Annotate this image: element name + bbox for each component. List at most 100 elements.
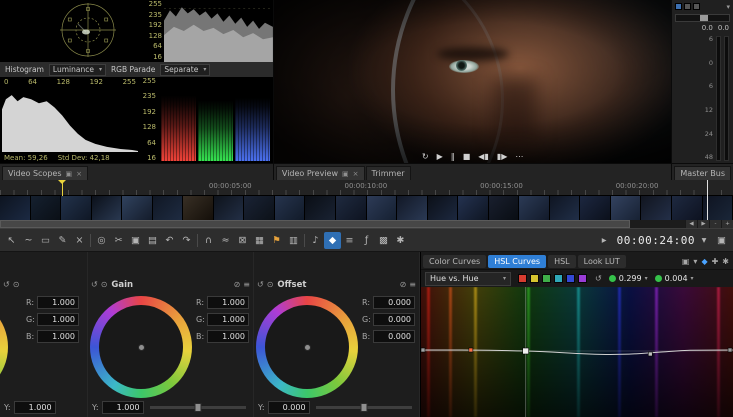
offset-r-input[interactable]: 0.000 [373, 296, 415, 309]
ignore-grouping-icon[interactable]: ▦ [251, 232, 268, 249]
wheel-center-handle[interactable] [138, 344, 145, 351]
wheel-reset-icon[interactable]: ↺ [3, 280, 10, 289]
split-icon[interactable]: ✂ [110, 232, 127, 249]
video-scopes-tab[interactable]: Video Scopes ▣ × [2, 166, 88, 180]
slider-handle[interactable] [194, 403, 201, 412]
sync-icon[interactable]: ↻ [422, 152, 429, 161]
wheel-reset-icon[interactable]: ↺ [91, 280, 98, 289]
timeline-event-thumbnail[interactable] [122, 196, 153, 220]
scrollbar-thumb[interactable] [0, 220, 630, 228]
prev-frame-icon[interactable]: ◀▮ [478, 152, 489, 161]
b-input[interactable]: 1.000 [37, 330, 79, 343]
curve-value-b[interactable]: 0.004 ▾ [655, 274, 694, 283]
tab-hsl[interactable]: HSL [548, 255, 576, 268]
pause-icon[interactable]: ‖ [451, 152, 455, 161]
undo-icon[interactable]: ↶ [161, 232, 178, 249]
offset-y-input[interactable]: 0.000 [268, 401, 310, 414]
wheel-target-icon[interactable]: ⊙ [267, 280, 274, 289]
snapping-icon[interactable]: ∩ [200, 232, 217, 249]
gain-value[interactable]: 0.0 [702, 24, 713, 32]
g-input[interactable]: 1.000 [37, 313, 79, 326]
float-dock-icon[interactable]: ▣ [713, 232, 730, 249]
timeline-scrollbar[interactable]: ◀▶-+ [0, 220, 733, 228]
scroll-right-button[interactable]: ▶ [697, 220, 709, 228]
erase-tool-icon[interactable]: × [71, 232, 88, 249]
timeline-event-thumbnail[interactable] [92, 196, 123, 220]
paste-icon[interactable]: ▤ [144, 232, 161, 249]
hue-swatch-red[interactable] [518, 274, 527, 283]
timeline-event-thumbnail[interactable] [244, 196, 275, 220]
gain-color-wheel[interactable] [90, 296, 192, 398]
add-icon[interactable]: ✚ [712, 257, 719, 266]
fader-handle[interactable] [700, 15, 708, 21]
timeline-event-thumbnail[interactable] [0, 196, 31, 220]
copy-icon[interactable]: ▣ [127, 232, 144, 249]
zoom-out-button[interactable]: - [709, 220, 721, 228]
settings-icon[interactable]: ✱ [722, 257, 729, 266]
mute-button[interactable] [684, 3, 691, 10]
histogram-mode-dropdown[interactable]: Luminance ▾ [49, 64, 106, 76]
wheel-center-handle[interactable] [304, 344, 311, 351]
timecode-menu-icon[interactable]: ▾ [699, 232, 709, 249]
gain-g-input[interactable]: 1.000 [207, 313, 249, 326]
timeline-event-thumbnail[interactable] [397, 196, 428, 220]
next-frame-icon[interactable]: ▮▶ [497, 152, 508, 161]
timeline-event-thumbnail[interactable] [519, 196, 550, 220]
stop-icon[interactable]: ■ [463, 152, 471, 161]
parade-scope-button[interactable]: RGB Parade [109, 65, 157, 74]
auto-ripple-icon[interactable]: ≈ [217, 232, 234, 249]
wheel-target-icon[interactable]: ⊙ [101, 280, 108, 289]
hue-swatch-green[interactable] [542, 274, 551, 283]
slider-handle[interactable] [360, 403, 367, 412]
envelope-edit-tool-icon[interactable]: ~ [20, 232, 37, 249]
dock-options-icon[interactable]: ▣ [682, 257, 690, 266]
trimmer-tab[interactable]: Trimmer [366, 166, 411, 180]
wheel-bypass-icon[interactable]: ⊘ [234, 280, 241, 289]
parade-mode-dropdown[interactable]: Separate ▾ [160, 64, 210, 76]
gain-y-slider[interactable] [150, 406, 246, 409]
hue-swatch-blue[interactable] [566, 274, 575, 283]
curve-value-a[interactable]: 0.299 ▾ [609, 274, 648, 283]
chevron-down-icon[interactable]: ▾ [693, 257, 697, 266]
timeline-event-thumbnail[interactable] [458, 196, 489, 220]
scroll-left-button[interactable]: ◀ [685, 220, 697, 228]
tab-color-curves[interactable]: Color Curves [423, 255, 486, 268]
offset-color-wheel[interactable] [256, 296, 358, 398]
offset-b-input[interactable]: 0.000 [373, 330, 415, 343]
gain-r-input[interactable]: 1.000 [207, 296, 249, 309]
playhead[interactable] [707, 180, 708, 220]
color-wheel[interactable] [0, 296, 8, 398]
timeline-event-thumbnail[interactable] [672, 196, 703, 220]
more-icon[interactable]: ⋯ [515, 152, 523, 161]
master-fader[interactable] [675, 14, 730, 22]
cursor-timecode[interactable]: 00:00:24:00 [617, 234, 695, 247]
paint-tool-icon[interactable]: ✎ [54, 232, 71, 249]
hue-curve-editor[interactable] [421, 287, 733, 417]
timeline-event-thumbnail[interactable] [214, 196, 245, 220]
bus-color-chip[interactable] [675, 3, 682, 10]
gain-y-input[interactable]: 1.000 [102, 401, 144, 414]
timeline-ruler[interactable]: 00:00:05:0000:00:10:0000:00:15:0000:00:2… [0, 180, 733, 196]
timeline-marker[interactable] [62, 180, 63, 196]
selection-edit-tool-icon[interactable]: ▭ [37, 232, 54, 249]
timeline-event-thumbnail[interactable] [336, 196, 367, 220]
gain-b-input[interactable]: 1.000 [207, 330, 249, 343]
timeline-event-thumbnail[interactable] [153, 196, 184, 220]
offset-g-input[interactable]: 0.000 [373, 313, 415, 326]
timeline-event-thumbnail[interactable] [550, 196, 581, 220]
curve-mode-dropdown[interactable]: Hue vs. Hue ▾ [425, 272, 511, 286]
r-input[interactable]: 1.000 [37, 296, 79, 309]
timeline-event-thumbnail[interactable] [611, 196, 642, 220]
fx-icon[interactable]: ƒ [358, 232, 375, 249]
reset-icon[interactable]: ↺ [595, 274, 602, 283]
insert-marker-icon[interactable]: ⚑ [268, 232, 285, 249]
histogram-scope-button[interactable]: Histogram [3, 65, 46, 74]
hue-swatch-yellow[interactable] [530, 274, 539, 283]
wheel-reset-icon[interactable]: ↺ [257, 280, 264, 289]
video-preview-tab[interactable]: Video Preview ▣ × [276, 166, 365, 180]
options-icon[interactable]: ✱ [392, 232, 409, 249]
timeline-event-thumbnail[interactable] [428, 196, 459, 220]
wheel-menu-icon[interactable]: ≡ [409, 280, 416, 289]
hue-swatch-magenta[interactable] [578, 274, 587, 283]
audio-tool-icon[interactable]: ♪ [307, 232, 324, 249]
